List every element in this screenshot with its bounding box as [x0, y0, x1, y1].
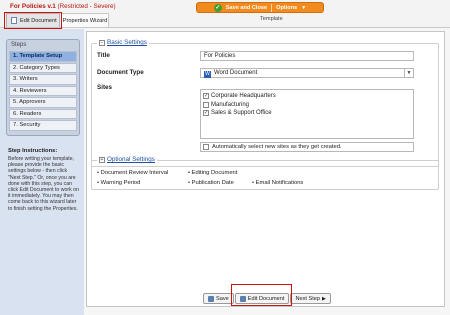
tab-label: Properties Wizard [62, 17, 108, 24]
optional-item-label: Email Notifications [255, 180, 304, 186]
optional-item[interactable]: • Publication Date [188, 180, 234, 186]
optional-item-label: Warning Period [100, 180, 141, 186]
optional-item-label: Document Review Interval [100, 170, 169, 176]
template-label: Template [260, 16, 283, 22]
optional-item-label: Publication Date [191, 180, 234, 186]
instructions-title: Step Instructions: [8, 148, 58, 154]
tab-properties-wizard[interactable]: Properties Wizard [61, 13, 109, 27]
step-reviewers[interactable]: 4. Reviewers [9, 85, 77, 96]
save-label: Save [216, 295, 229, 302]
checkbox[interactable] [203, 101, 209, 108]
optional-item[interactable]: • Document Review Interval [97, 170, 168, 176]
optional-settings-legend[interactable]: + Optional Settings [97, 156, 157, 163]
basic-settings-title[interactable]: Basic Settings [107, 39, 147, 46]
tab-row: Edit Document Properties Wizard Template [0, 13, 450, 27]
optional-settings-section: + Optional Settings • Document Review In… [91, 156, 439, 190]
document-type-value: Word Document [214, 70, 258, 76]
chevron-down-icon[interactable]: ▼ [404, 69, 413, 77]
document-title: For Policies v.1 (Restricted - Severe) [10, 3, 116, 10]
document-type-label: Document Type [97, 69, 144, 76]
next-step-label: Next Step [295, 295, 321, 302]
sites-list: ✓ Corporate Headquarters Manufacturing ✓… [200, 89, 414, 139]
optional-item[interactable]: • Editing Document [188, 170, 237, 176]
instructions-text: Before writing your template, please pro… [8, 156, 79, 212]
site-label: Manufacturing [211, 101, 250, 108]
step-writers[interactable]: 3. Writers [9, 74, 77, 85]
step-security[interactable]: 7. Security [9, 120, 77, 131]
auto-select-sites-option[interactable]: Automatically select new sites as they g… [200, 142, 414, 152]
auto-select-label: Automatically select new sites as they g… [212, 144, 342, 150]
collapse-icon[interactable]: − [99, 39, 105, 46]
save-close-button[interactable]: Save and Close [226, 5, 267, 11]
site-label: Corporate Headquarters [211, 93, 276, 100]
sites-label: Sites [97, 84, 113, 91]
next-step-button[interactable]: Next Step ▶ [290, 293, 331, 304]
save-disk-icon [208, 295, 214, 302]
save-close-options-button[interactable]: ✓ Save and Close Options ▼ [196, 2, 324, 13]
expand-icon[interactable]: + [99, 156, 105, 163]
site-item[interactable]: ✓ Sales & Support Office [203, 109, 411, 118]
optional-item[interactable]: • Email Notifications [252, 180, 303, 186]
step-category-types[interactable]: 2. Category Types [9, 62, 77, 73]
highlight-box [4, 12, 62, 29]
step-readers[interactable]: 6. Readers [9, 108, 77, 119]
divider [271, 3, 273, 12]
checkbox-checked[interactable]: ✓ [203, 93, 209, 100]
optional-item-label: Editing Document [191, 170, 238, 176]
highlight-box [231, 284, 292, 306]
main-panel: − Basic Settings Title For Policies Docu… [86, 31, 445, 307]
step-template-setup[interactable]: 1. Template Setup [9, 51, 77, 62]
options-button[interactable]: Options [276, 5, 297, 11]
site-label: Sales & Support Office [211, 110, 272, 117]
basic-settings-section: − Basic Settings Title For Policies Docu… [91, 39, 439, 167]
word-document-icon: W [204, 71, 211, 78]
optional-item[interactable]: • Warning Period [97, 180, 140, 186]
checkbox[interactable] [203, 144, 209, 150]
document-type-select[interactable]: W Word Document ▼ [200, 68, 414, 78]
title-label: Title [97, 52, 110, 59]
site-item[interactable]: ✓ Corporate Headquarters [203, 92, 411, 101]
arrow-right-icon: ▶ [322, 295, 326, 302]
optional-settings-title[interactable]: Optional Settings [107, 156, 155, 163]
check-icon: ✓ [213, 3, 222, 12]
top-bar: For Policies v.1 (Restricted - Severe) ✓… [0, 0, 450, 28]
left-panel: Steps 1. Template Setup 2. Category Type… [0, 29, 84, 315]
caret-down-icon: ▼ [301, 4, 307, 11]
document-title-text: For Policies v.1 [10, 3, 56, 10]
save-button[interactable]: Save [203, 293, 234, 304]
step-approvers[interactable]: 5. Approvers [9, 97, 77, 108]
basic-settings-legend[interactable]: − Basic Settings [97, 39, 149, 46]
site-item[interactable]: Manufacturing [203, 101, 411, 110]
checkbox-checked[interactable]: ✓ [203, 110, 209, 117]
steps-panel: Steps 1. Template Setup 2. Category Type… [6, 39, 80, 136]
restriction-label: (Restricted - Severe) [57, 3, 116, 10]
steps-header: Steps [11, 42, 27, 48]
title-input[interactable]: For Policies [200, 51, 414, 61]
